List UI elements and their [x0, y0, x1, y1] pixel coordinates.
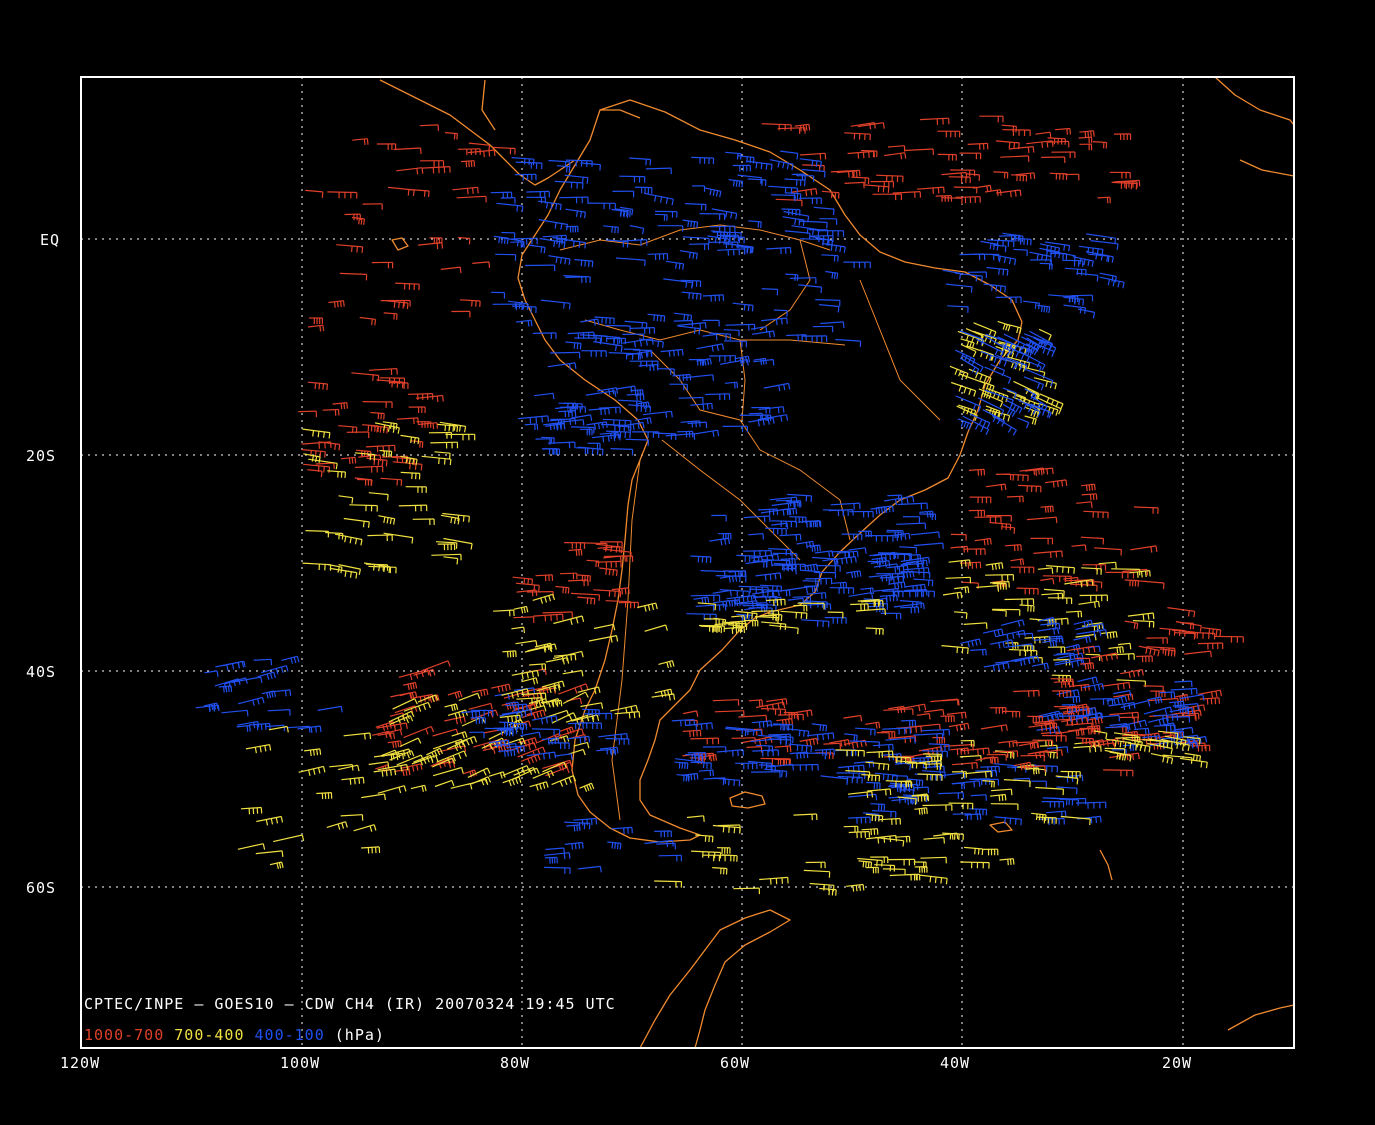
- y-tick-label: EQ: [40, 231, 60, 249]
- x-tick-label: 120W: [60, 1054, 100, 1072]
- y-tick-label: 60S: [26, 879, 56, 897]
- y-tick-label: 40S: [26, 663, 56, 681]
- legend-item-low: 1000-700: [84, 1026, 164, 1044]
- x-tick-label: 100W: [280, 1054, 320, 1072]
- map-title: CPTEC/INPE – GOES10 – CDW CH4 (IR) 20070…: [84, 995, 616, 1013]
- x-tick-label: 20W: [1162, 1054, 1192, 1072]
- wind-map: 120W 100W 80W 60W 40W 20W EQ 20S 40S 60S…: [0, 0, 1375, 1125]
- x-tick-label: 80W: [500, 1054, 530, 1072]
- legend-unit: (hPa): [335, 1026, 385, 1044]
- legend-item-mid: 700-400: [174, 1026, 244, 1044]
- y-tick-label: 20S: [26, 447, 56, 465]
- legend: 1000-700 700-400 400-100 (hPa): [84, 1026, 385, 1044]
- x-tick-label: 40W: [940, 1054, 970, 1072]
- x-tick-label: 60W: [720, 1054, 750, 1072]
- legend-item-high: 400-100: [255, 1026, 325, 1044]
